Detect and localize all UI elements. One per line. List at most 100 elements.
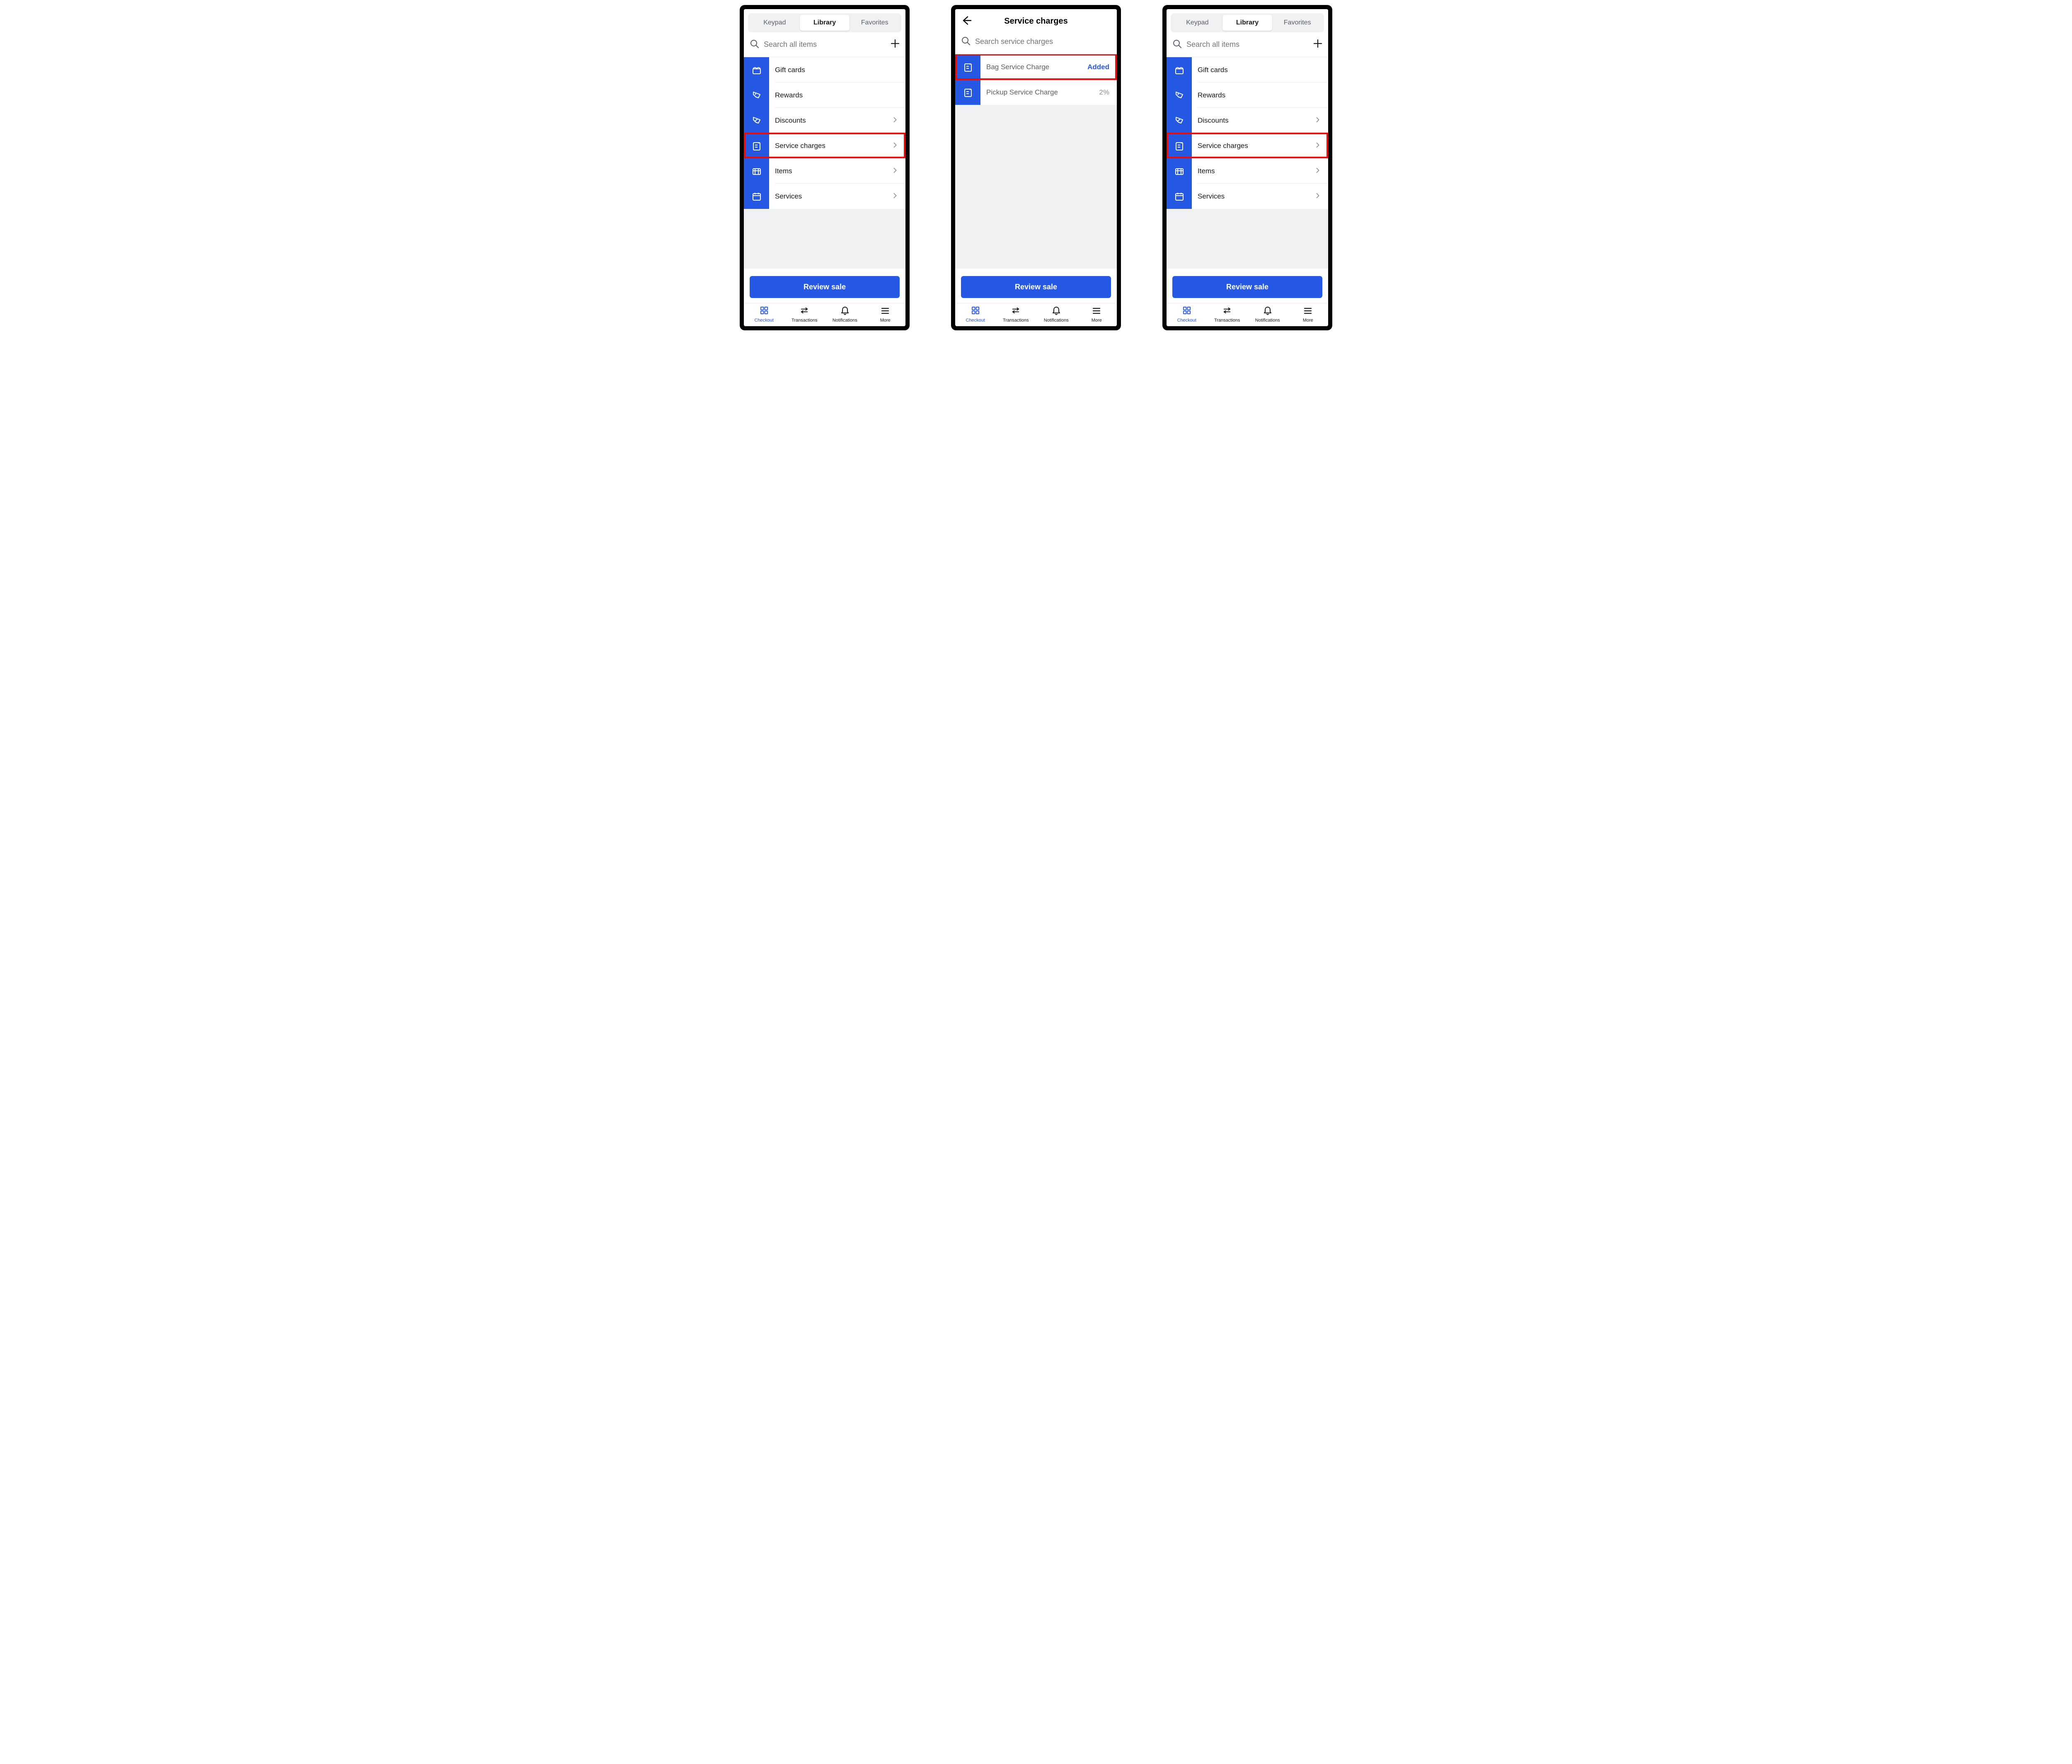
row-label: Bag Service Charge (980, 63, 1087, 71)
bottom-nav: Checkout Transactions Notifications More (744, 303, 905, 326)
notifications-icon (1052, 306, 1061, 316)
nav-more[interactable]: More (865, 306, 906, 323)
checkout-icon (1182, 306, 1191, 316)
tab-keypad[interactable]: Keypad (1172, 15, 1222, 31)
row-gift-cards[interactable]: Gift cards (744, 57, 905, 82)
screen: Keypad Library Favorites Gift cards Rewa (744, 9, 905, 326)
chevron-right-icon (1315, 142, 1328, 150)
screen: Service charges Bag Service Charge Added… (955, 9, 1117, 326)
nav-transactions[interactable]: Transactions (784, 306, 825, 323)
nav-notifications[interactable]: Notifications (1247, 306, 1288, 323)
chevron-right-icon (892, 116, 905, 125)
chevron-right-icon (892, 167, 905, 175)
service-charges-list-area: Bag Service Charge Added Pickup Service … (955, 54, 1117, 269)
row-gift-cards[interactable]: Gift cards (1167, 57, 1328, 82)
nav-checkout[interactable]: Checkout (1167, 306, 1207, 323)
library-list-area: Gift cards Rewards Discounts Service (1167, 57, 1328, 269)
row-pickup-service-charge[interactable]: Pickup Service Charge 2% (955, 80, 1117, 105)
search-icon (961, 36, 970, 47)
nav-more[interactable]: More (1077, 306, 1117, 323)
search-bar (1167, 36, 1328, 57)
row-label: Service charges (769, 142, 892, 150)
discounts-icon (744, 108, 769, 133)
tab-library[interactable]: Library (1222, 15, 1273, 31)
tab-library[interactable]: Library (800, 15, 850, 31)
review-sale-wrap: Review sale (744, 269, 905, 303)
search-bar (744, 36, 905, 57)
nav-checkout[interactable]: Checkout (955, 306, 996, 323)
service-charge-icon (955, 54, 980, 80)
segmented-tabs: Keypad Library Favorites (1171, 13, 1324, 32)
row-label: Rewards (769, 91, 905, 99)
segmented-tabs-wrap: Keypad Library Favorites (1167, 9, 1328, 36)
rewards-icon (744, 82, 769, 108)
bottom-area: Review sale Checkout Transactions Notifi… (1167, 269, 1328, 326)
items-icon (744, 158, 769, 184)
percent-value: 2% (1099, 88, 1117, 97)
review-sale-button[interactable]: Review sale (750, 276, 900, 298)
row-items[interactable]: Items (744, 158, 905, 184)
nav-notifications[interactable]: Notifications (1036, 306, 1077, 323)
review-sale-wrap: Review sale (1167, 269, 1328, 303)
review-sale-button[interactable]: Review sale (1172, 276, 1322, 298)
nav-label: Checkout (1177, 318, 1196, 323)
tab-keypad[interactable]: Keypad (750, 15, 800, 31)
service-charges-list: Bag Service Charge Added Pickup Service … (955, 54, 1117, 105)
chevron-right-icon (1315, 167, 1328, 175)
row-discounts[interactable]: Discounts (1167, 108, 1328, 133)
add-item-icon[interactable] (891, 39, 900, 50)
search-input[interactable] (975, 37, 1111, 46)
row-service-charges[interactable]: Service charges (1167, 133, 1328, 158)
row-label: Discounts (1192, 116, 1315, 125)
nav-label: Notifications (1255, 318, 1280, 323)
row-service-charges[interactable]: Service charges (744, 133, 905, 158)
nav-checkout[interactable]: Checkout (744, 306, 784, 323)
nav-label: Checkout (966, 318, 985, 323)
row-label: Gift cards (1192, 66, 1328, 74)
gift-card-icon (1167, 57, 1192, 82)
row-bag-service-charge[interactable]: Bag Service Charge Added (955, 54, 1117, 80)
row-label: Services (769, 192, 892, 201)
chevron-right-icon (892, 192, 905, 201)
nav-label: Checkout (755, 318, 774, 323)
nav-label: Transactions (1003, 318, 1029, 323)
service-charge-icon (955, 80, 980, 105)
search-icon (1172, 39, 1181, 50)
nav-more[interactable]: More (1288, 306, 1329, 323)
add-item-icon[interactable] (1313, 39, 1322, 50)
gift-card-icon (744, 57, 769, 82)
row-label: Items (769, 167, 892, 175)
row-label: Services (1192, 192, 1315, 201)
row-label: Service charges (1192, 142, 1315, 150)
nav-label: Transactions (792, 318, 818, 323)
rewards-icon (1167, 82, 1192, 108)
tab-favorites[interactable]: Favorites (850, 15, 900, 31)
nav-notifications[interactable]: Notifications (825, 306, 865, 323)
phone-library-1: Keypad Library Favorites Gift cards Rewa (740, 5, 910, 330)
nav-transactions[interactable]: Transactions (1207, 306, 1248, 323)
transactions-icon (1011, 306, 1020, 316)
review-sale-button[interactable]: Review sale (961, 276, 1111, 298)
row-rewards[interactable]: Rewards (1167, 82, 1328, 108)
search-input[interactable] (764, 40, 886, 49)
row-discounts[interactable]: Discounts (744, 108, 905, 133)
row-services[interactable]: Services (744, 184, 905, 209)
row-items[interactable]: Items (1167, 158, 1328, 184)
bottom-area: Review sale Checkout Transactions Notifi… (744, 269, 905, 326)
page-title: Service charges (1004, 17, 1067, 26)
nav-label: More (1092, 318, 1102, 323)
tab-favorites[interactable]: Favorites (1272, 15, 1322, 31)
bottom-nav: Checkout Transactions Notifications More (955, 303, 1117, 326)
checkout-icon (760, 306, 769, 316)
search-input[interactable] (1186, 40, 1308, 49)
row-services[interactable]: Services (1167, 184, 1328, 209)
menu-icon (1092, 306, 1101, 316)
back-button[interactable] (961, 15, 972, 28)
services-icon (1167, 184, 1192, 209)
search-icon (750, 39, 759, 50)
row-rewards[interactable]: Rewards (744, 82, 905, 108)
service-charges-icon (744, 133, 769, 158)
segmented-tabs: Keypad Library Favorites (748, 13, 901, 32)
nav-transactions[interactable]: Transactions (996, 306, 1036, 323)
library-list: Gift cards Rewards Discounts Service (1167, 57, 1328, 209)
